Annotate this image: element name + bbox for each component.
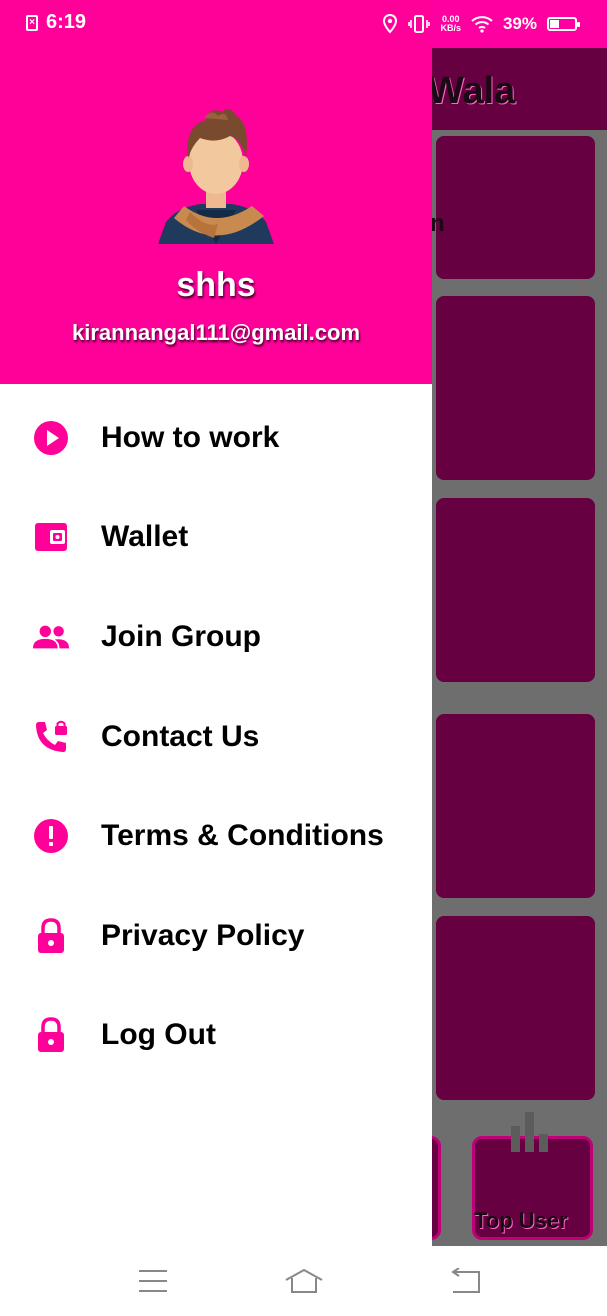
drawer-header: shhs kirannangal111@gmail.com (0, 0, 432, 384)
avatar (158, 108, 274, 244)
top-user-label: Top User (474, 1208, 568, 1233)
location-icon (383, 14, 398, 34)
battery-icon (547, 17, 580, 31)
menu-item-wallet[interactable]: Wallet (0, 488, 432, 588)
background-card-text: n (430, 210, 445, 237)
menu-item-label: How to work (101, 420, 280, 454)
menu-item-label: Wallet (101, 520, 189, 554)
home-icon[interactable] (284, 1264, 324, 1298)
status-bar: × 6:19 0.00 KB/s 39% (0, 0, 607, 48)
menu-item-terms-conditions[interactable]: Terms & Conditions (0, 786, 432, 886)
phone-lock-icon (32, 718, 70, 756)
menu-item-privacy-policy[interactable]: Privacy Policy (0, 886, 432, 986)
navigation-drawer: shhs kirannangal111@gmail.com How to wor… (0, 0, 432, 1246)
lock-icon (32, 1016, 70, 1054)
menu-item-label: Privacy Policy (101, 918, 305, 952)
menu-item-label: Terms & Conditions (101, 819, 384, 853)
menu-item-label: Contact Us (101, 719, 260, 753)
user-name: shhs (176, 266, 256, 304)
background-card (436, 916, 595, 1100)
sim-off-icon: × (26, 15, 38, 31)
play-circle-icon (32, 419, 70, 457)
wifi-icon (471, 16, 493, 33)
vibrate-icon (408, 15, 431, 33)
menu-item-log-out[interactable]: Log Out (0, 986, 432, 1086)
wallet-icon (32, 518, 70, 556)
menu-item-contact-us[interactable]: Contact Us (0, 687, 432, 787)
back-icon[interactable] (444, 1264, 484, 1298)
background-card (436, 714, 595, 898)
group-icon (32, 618, 70, 656)
background-card (436, 498, 595, 682)
battery-percent: 39% (502, 14, 537, 33)
menu-icon[interactable] (133, 1264, 173, 1298)
menu-item-label: Join Group (101, 619, 261, 653)
background-card (436, 136, 595, 279)
menu-item-how-to-work[interactable]: How to work (0, 388, 432, 488)
system-nav-bar (0, 1246, 607, 1316)
status-time: 6:19 (46, 11, 87, 33)
network-speed: 0.00 KB/s (440, 14, 461, 33)
menu-item-label: Log Out (101, 1018, 216, 1052)
alert-circle-icon (32, 817, 70, 855)
background-app-title: Wala (428, 70, 516, 112)
menu-item-join-group[interactable]: Join Group (0, 587, 432, 687)
user-email: kirannangal111@gmail.com (71, 320, 361, 345)
background-card (436, 296, 595, 480)
lock-icon (32, 917, 70, 955)
drawer-menu: How to work Wallet Join Group Contact Us… (0, 388, 432, 1085)
